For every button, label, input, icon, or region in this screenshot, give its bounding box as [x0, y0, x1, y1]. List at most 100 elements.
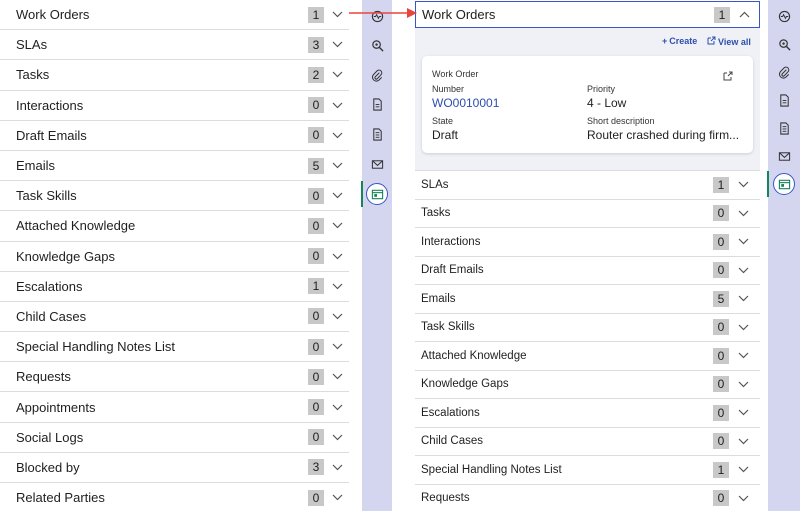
list-item-label: Social Logs	[16, 429, 84, 445]
left-list-item-task-skills[interactable]: Task Skills 0	[0, 181, 349, 212]
chevron-down-icon[interactable]	[736, 322, 750, 332]
paperclip-icon[interactable]	[776, 64, 792, 80]
state-label: State	[432, 116, 454, 126]
right-list-item-child-cases[interactable]: Child Cases 0	[415, 428, 760, 456]
work-orders-count-badge: 1	[714, 6, 730, 23]
list-item-label: Special Handling Notes List	[421, 463, 562, 476]
right-list-item-slas[interactable]: SLAs 1	[415, 171, 760, 200]
activity-icon[interactable]	[776, 8, 792, 24]
chevron-down-icon[interactable]	[330, 342, 344, 352]
active-indicator-bar	[361, 181, 363, 207]
left-list-item-knowledge-gaps[interactable]: Knowledge Gaps 0	[0, 242, 349, 272]
list-item-label: Escalations	[421, 406, 480, 419]
chevron-down-icon[interactable]	[736, 493, 750, 503]
count-badge: 1	[308, 278, 324, 295]
envelope-icon[interactable]	[776, 148, 792, 164]
work-order-card[interactable]: Work Order Number WO0010001 Priority 4 -…	[422, 56, 753, 153]
chevron-down-icon[interactable]	[330, 221, 344, 231]
chevron-down-icon[interactable]	[736, 208, 750, 218]
chevron-down-icon[interactable]	[736, 294, 750, 304]
priority-label: Priority	[587, 84, 616, 94]
chevron-down-icon[interactable]	[330, 372, 344, 382]
left-list-item-attached-knowledge[interactable]: Attached Knowledge 0	[0, 211, 349, 242]
chevron-down-icon[interactable]	[330, 493, 344, 503]
count-badge: 3	[308, 36, 324, 53]
left-list-item-emails[interactable]: Emails 5	[0, 151, 349, 182]
create-work-order-link[interactable]: + Create	[662, 36, 697, 46]
chevron-down-icon[interactable]	[330, 462, 344, 472]
chevron-down-icon[interactable]	[330, 40, 344, 50]
chevron-down-icon[interactable]	[330, 100, 344, 110]
left-list-item-interactions[interactable]: Interactions 0	[0, 91, 349, 121]
chevron-down-icon[interactable]	[330, 402, 344, 412]
right-list-item-tasks[interactable]: Tasks 0	[415, 200, 760, 228]
count-badge: 0	[713, 205, 729, 222]
left-list-item-social-logs[interactable]: Social Logs 0	[0, 423, 349, 453]
count-badge: 0	[713, 233, 729, 250]
count-badge: 0	[308, 97, 324, 114]
right-list-item-escalations[interactable]: Escalations 0	[415, 399, 760, 428]
chevron-down-icon[interactable]	[330, 311, 344, 321]
chevron-down-icon[interactable]	[330, 130, 344, 140]
search-knowledge-icon[interactable]	[369, 37, 385, 53]
envelope-icon[interactable]	[369, 156, 385, 172]
document-lines-icon[interactable]	[369, 126, 385, 142]
chevron-down-icon[interactable]	[330, 191, 344, 201]
count-badge: 0	[713, 490, 729, 507]
left-list-item-blocked-by[interactable]: Blocked by 3	[0, 453, 349, 483]
right-list-item-attached-knowledge[interactable]: Attached Knowledge 0	[415, 342, 760, 371]
left-list-item-tasks[interactable]: Tasks 2	[0, 60, 349, 91]
right-list-item-draft-emails[interactable]: Draft Emails 0	[415, 257, 760, 285]
chevron-down-icon[interactable]	[330, 281, 344, 291]
chevron-down-icon[interactable]	[736, 436, 750, 446]
chevron-down-icon[interactable]	[736, 265, 750, 275]
left-list-item-appointments[interactable]: Appointments 0	[0, 392, 349, 423]
state-value: Draft	[432, 128, 459, 142]
document-lines-icon[interactable]	[776, 120, 792, 136]
annotation-arrow	[349, 8, 417, 18]
chevron-down-icon[interactable]	[736, 237, 750, 247]
right-list-item-knowledge-gaps[interactable]: Knowledge Gaps 0	[415, 371, 760, 399]
related-lists-icon[interactable]	[773, 173, 795, 195]
left-list-item-escalations[interactable]: Escalations 1	[0, 272, 349, 302]
chevron-down-icon[interactable]	[736, 379, 750, 389]
list-item-label: Attached Knowledge	[421, 349, 527, 362]
open-record-icon[interactable]	[723, 68, 733, 86]
count-badge: 0	[308, 489, 324, 506]
chevron-down-icon[interactable]	[330, 161, 344, 171]
right-list-item-task-skills[interactable]: Task Skills 0	[415, 314, 760, 342]
external-link-icon	[707, 36, 716, 47]
right-list-item-emails[interactable]: Emails 5	[415, 285, 760, 314]
number-label: Number	[432, 84, 465, 94]
chevron-down-icon[interactable]	[330, 432, 344, 442]
list-item-label: Tasks	[421, 207, 451, 220]
view-all-link[interactable]: View all	[707, 36, 751, 47]
chevron-down-icon[interactable]	[736, 465, 750, 475]
work-orders-header[interactable]: Work Orders 1	[415, 1, 760, 28]
right-list-item-requests[interactable]: Requests 0	[415, 485, 760, 511]
chevron-down-icon[interactable]	[330, 70, 344, 80]
left-list-item-draft-emails[interactable]: Draft Emails 0	[0, 121, 349, 151]
left-list-item-slas[interactable]: SLAs 3	[0, 30, 349, 61]
left-list-item-work-orders[interactable]: Work Orders 1	[0, 0, 349, 31]
chevron-down-icon[interactable]	[736, 408, 750, 418]
search-knowledge-icon[interactable]	[776, 36, 792, 52]
left-list-item-requests[interactable]: Requests 0	[0, 362, 349, 393]
chevron-down-icon[interactable]	[330, 10, 344, 20]
chevron-down-icon[interactable]	[736, 351, 750, 361]
right-list-item-interactions[interactable]: Interactions 0	[415, 228, 760, 257]
left-list-item-special-handling-notes-list[interactable]: Special Handling Notes List 0	[0, 332, 349, 363]
chevron-up-icon[interactable]	[737, 10, 751, 20]
left-list-item-related-parties[interactable]: Related Parties 0	[0, 483, 349, 511]
paperclip-icon[interactable]	[369, 67, 385, 83]
left-list-item-child-cases[interactable]: Child Cases 0	[0, 302, 349, 333]
chevron-down-icon[interactable]	[736, 180, 750, 190]
document-icon[interactable]	[369, 96, 385, 112]
list-item-label: Tasks	[16, 67, 50, 83]
chevron-down-icon[interactable]	[330, 251, 344, 261]
related-lists-icon[interactable]	[366, 183, 388, 205]
number-value-link[interactable]: WO0010001	[432, 96, 499, 110]
right-icon-rail	[767, 0, 800, 511]
document-icon[interactable]	[776, 92, 792, 108]
right-list-item-special-handling-notes-list[interactable]: Special Handling Notes List 1	[415, 456, 760, 485]
